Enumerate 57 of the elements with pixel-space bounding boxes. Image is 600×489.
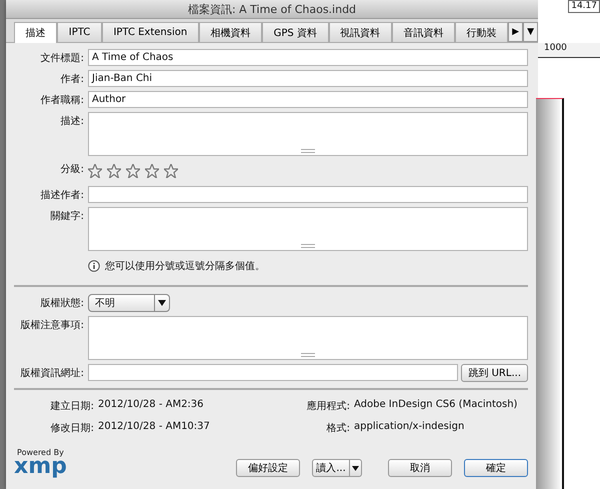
- info-value: 2012/10/28 - AM10:37: [98, 421, 211, 434]
- text-area[interactable]: [88, 207, 528, 251]
- info-label: 建立日期:: [50, 400, 94, 413]
- info-label: 格式:: [326, 422, 350, 435]
- next-tab-button[interactable]: ▶: [508, 22, 524, 42]
- info-icon: [88, 260, 100, 272]
- field-label: 關鍵字:: [50, 210, 84, 223]
- field-label: 版權狀態:: [40, 296, 84, 310]
- xmp-logo: xmp: [14, 457, 67, 477]
- tab[interactable]: 視訊資料: [328, 22, 392, 42]
- tab[interactable]: IPTC: [57, 22, 102, 42]
- field-label: 作者職稱:: [40, 94, 84, 107]
- tab[interactable]: 音訊資料: [392, 22, 455, 42]
- star-icon[interactable]: [164, 164, 178, 178]
- field-label: 描述作者:: [40, 188, 84, 202]
- info-value: Adobe InDesign CS6 (Macintosh): [354, 399, 518, 412]
- field-label: 版權資訊網址:: [20, 366, 84, 380]
- dialog-button[interactable]: 取消: [388, 459, 452, 477]
- url-field[interactable]: [88, 364, 458, 381]
- star-icon[interactable]: [145, 164, 159, 178]
- text-area[interactable]: [88, 112, 528, 156]
- tab[interactable]: 相機資料: [198, 22, 262, 42]
- tab-menu-button[interactable]: ▼: [523, 22, 538, 42]
- zoom-field[interactable]: 14.17: [568, 0, 600, 13]
- caret-icon: [352, 466, 359, 470]
- info-label: 修改日期:: [50, 422, 94, 435]
- ruler: 1000: [538, 43, 600, 58]
- logo-caption: Powered By: [17, 448, 64, 457]
- field-label: 描述:: [60, 114, 84, 128]
- caret-icon: [158, 300, 166, 306]
- tab[interactable]: GPS 資料: [262, 22, 328, 42]
- hint-text: 您可以使用分號或逗號分隔多個值。: [105, 260, 265, 273]
- field-label: 作者:: [60, 72, 84, 86]
- text-field[interactable]: A Time of Chaos: [88, 49, 528, 66]
- text-field[interactable]: Jian-Ban Chi: [88, 70, 528, 87]
- info-value: application/x-indesign: [354, 421, 466, 434]
- tab[interactable]: IPTC Extension: [102, 22, 199, 42]
- window-title: 檔案資訊: A Time of Chaos.indd: [188, 2, 356, 16]
- text-field[interactable]: [88, 186, 528, 203]
- text-field[interactable]: Author: [88, 91, 528, 108]
- field-label: 分級:: [60, 163, 84, 176]
- field-label: 文件標題:: [40, 52, 84, 65]
- dialog-button[interactable]: 偏好設定: [236, 459, 300, 477]
- star-icon[interactable]: [126, 164, 140, 178]
- field-label: 版權注意事項:: [20, 318, 84, 332]
- status-dropdown[interactable]: 不明: [88, 294, 170, 312]
- star-icon[interactable]: [107, 164, 121, 178]
- tab[interactable]: 行動裝: [454, 22, 508, 42]
- dialog-button[interactable]: 確定: [464, 459, 528, 477]
- go-to-url-button[interactable]: 跳到 URL...: [461, 364, 528, 382]
- import-menu-button[interactable]: [350, 459, 362, 477]
- tab[interactable]: 描述: [14, 22, 58, 43]
- star-icon[interactable]: [88, 164, 102, 178]
- import-button[interactable]: 讀入...: [312, 459, 350, 477]
- info-label: 應用程式:: [306, 400, 350, 413]
- info-value: 2012/10/28 - AM2:36: [98, 399, 205, 412]
- text-area[interactable]: [88, 316, 528, 360]
